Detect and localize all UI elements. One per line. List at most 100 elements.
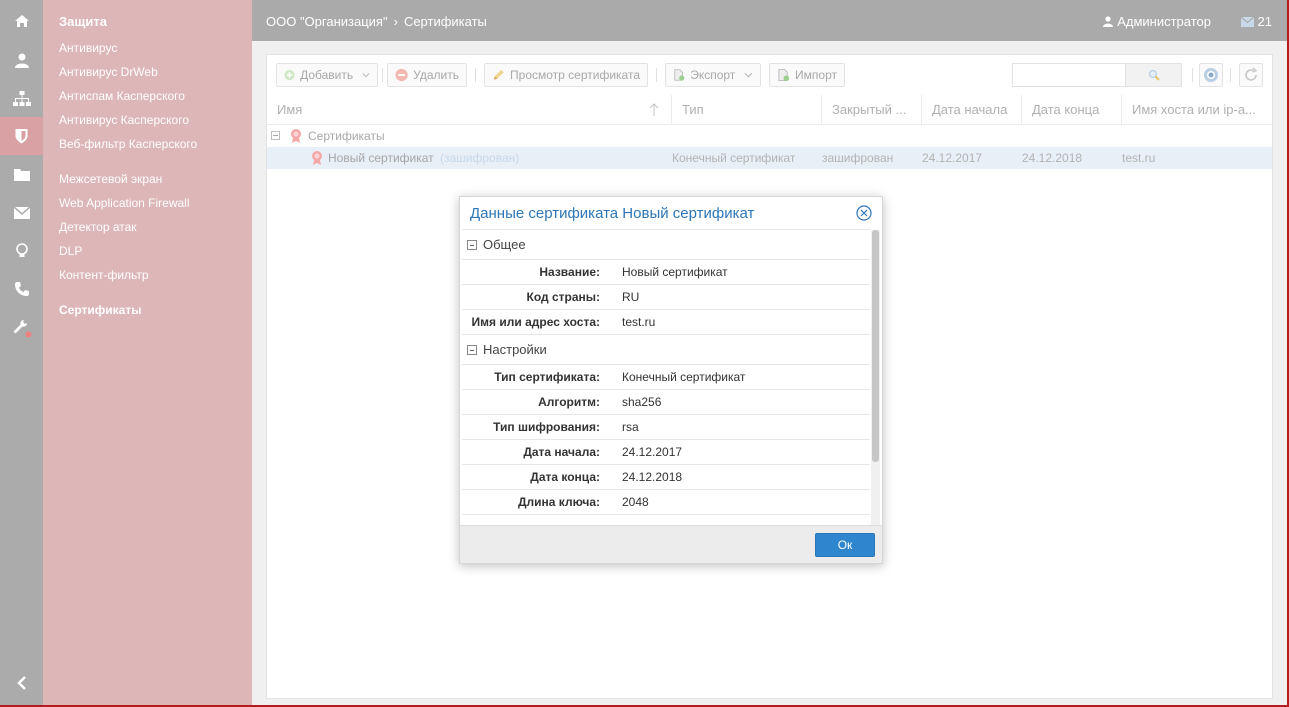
submenu-item-certificates[interactable]: Сертификаты — [59, 303, 141, 317]
property-row: Алгоритм: sha256 — [462, 390, 870, 415]
scrollbar-thumb[interactable] — [872, 230, 879, 462]
cell-private-key: зашифрован — [822, 151, 894, 165]
home-icon — [14, 15, 29, 27]
certificate-badge-icon — [291, 129, 301, 143]
column-name[interactable]: Имя — [267, 95, 672, 125]
search-icon — [1148, 69, 1160, 81]
section-general[interactable]: Общее — [462, 230, 870, 260]
search-box — [1012, 63, 1182, 87]
nav-ideas[interactable] — [0, 232, 43, 270]
nav-files[interactable] — [0, 155, 43, 193]
help-icon — [1204, 68, 1218, 82]
refresh-button[interactable] — [1239, 63, 1263, 87]
property-label: Длина ключа: — [517, 495, 600, 509]
nav-security[interactable] — [0, 117, 43, 155]
export-label: Экспорт — [690, 68, 736, 82]
property-row: Тип шифрования: rsa — [462, 415, 870, 440]
add-label: Добавить — [300, 68, 354, 82]
toolbar-divider — [1192, 68, 1193, 82]
property-label: Имя или адрес хоста: — [471, 315, 600, 329]
toolbar-divider — [656, 68, 657, 82]
property-label: Дата конца: — [530, 470, 600, 484]
user-menu[interactable]: Администратор — [1103, 14, 1211, 29]
dialog-title: Данные сертификата Новый сертификат — [470, 205, 755, 222]
section-partial[interactable]: И — [462, 515, 870, 525]
property-label: Дата начала: — [523, 445, 600, 459]
submenu-item-antispam-kaspersky[interactable]: Антиспам Касперского — [59, 89, 185, 103]
dialog-scrollbar[interactable] — [871, 230, 880, 525]
security-submenu: Защита Антивирус Антивирус DrWeb Антиспа… — [43, 0, 252, 707]
collapse-menu[interactable] — [0, 664, 43, 702]
import-label: Импорт — [795, 68, 837, 82]
column-start-date[interactable]: Дата начала — [922, 95, 1022, 125]
close-icon[interactable] — [856, 205, 872, 221]
envelope-icon — [1240, 16, 1254, 27]
table-header: Имя Тип Закрытый ... Дата начала Дата ко… — [267, 95, 1272, 125]
nav-mail[interactable] — [0, 194, 43, 232]
submenu-item-content-filter[interactable]: Контент-фильтр — [59, 268, 149, 282]
property-row: Название: Новый сертификат — [462, 260, 870, 285]
breadcrumb-org[interactable]: ООО "Организация" — [266, 14, 388, 29]
toolbar-divider — [382, 68, 383, 82]
nav-telephony[interactable] — [0, 270, 43, 308]
shield-icon — [15, 129, 28, 144]
column-type[interactable]: Тип — [672, 95, 822, 125]
dialog-body: Общее Название: Новый сертификат Код стр… — [462, 229, 870, 525]
section-settings[interactable]: Настройки — [462, 335, 870, 365]
minus-circle-icon — [395, 68, 408, 82]
column-private-key[interactable]: Закрытый ... — [822, 95, 922, 125]
submenu-title: Защита — [59, 14, 107, 29]
collapse-section-icon — [467, 344, 477, 355]
property-value: 24.12.2017 — [622, 445, 683, 459]
submenu-item-webfilter-kaspersky[interactable]: Веб-фильтр Касперского — [59, 137, 197, 151]
table-row[interactable]: Новый сертификат (зашифрован) Конечный с… — [267, 147, 1272, 169]
nav-network[interactable] — [0, 79, 43, 117]
folder-icon — [13, 168, 30, 181]
collapse-toggle[interactable] — [271, 131, 280, 140]
property-label: Алгоритм: — [538, 395, 600, 409]
breadcrumb-separator: › — [393, 14, 398, 29]
import-button[interactable]: Импорт — [769, 63, 845, 87]
property-row: Дата конца: 24.12.2018 — [462, 465, 870, 490]
property-value: Новый сертификат — [622, 265, 728, 279]
nav-users[interactable] — [0, 41, 43, 79]
group-label: Сертификаты — [308, 129, 385, 143]
property-value: 24.12.2018 — [622, 470, 683, 484]
ok-button[interactable]: Ок — [815, 533, 875, 557]
nav-settings[interactable] — [0, 309, 43, 347]
submenu-item-antivirus-kaspersky[interactable]: Антивирус Касперского — [59, 113, 189, 127]
breadcrumb-page: Сертификаты — [403, 14, 487, 29]
search-input[interactable] — [1013, 64, 1125, 86]
export-document-icon — [674, 69, 685, 81]
submenu-item-antivirus[interactable]: Антивирус — [59, 41, 117, 55]
chevron-down-icon — [744, 72, 753, 78]
property-label: Тип сертификата: — [494, 370, 600, 384]
submenu-item-ids[interactable]: Детектор атак — [59, 220, 137, 234]
user-icon — [14, 53, 29, 68]
property-label: Тип шифрования: — [493, 420, 600, 434]
property-row: Дата начала: 24.12.2017 — [462, 440, 870, 465]
sort-up-arrow-icon — [649, 103, 659, 116]
view-certificate-button[interactable]: Просмотр сертификата — [484, 63, 648, 87]
submenu-item-firewall[interactable]: Межсетевой экран — [59, 172, 162, 186]
breadcrumb: ООО "Организация" › Сертификаты — [266, 14, 487, 29]
delete-label: Удалить — [413, 68, 459, 82]
submenu-item-antivirus-drweb[interactable]: Антивирус DrWeb — [59, 65, 158, 79]
lightbulb-icon — [15, 243, 28, 257]
submenu-item-dlp[interactable]: DLP — [59, 244, 82, 258]
nav-home[interactable] — [0, 2, 43, 40]
submenu-item-waf[interactable]: Web Application Firewall — [59, 196, 190, 210]
column-host[interactable]: Имя хоста или ip-а... — [1122, 95, 1272, 125]
tree-group-row[interactable]: Сертификаты — [267, 125, 1272, 147]
help-button[interactable] — [1199, 63, 1223, 87]
export-button[interactable]: Экспорт — [665, 63, 761, 87]
cell-end-date: 24.12.2018 — [1022, 151, 1083, 165]
column-end-date[interactable]: Дата конца — [1022, 95, 1122, 125]
messages-button[interactable]: 21 — [1240, 14, 1272, 29]
add-button[interactable]: Добавить — [276, 63, 378, 87]
chevron-down-icon — [362, 73, 370, 78]
property-value: sha256 — [622, 395, 662, 409]
cell-name: Новый сертификат (зашифрован) — [328, 147, 519, 169]
delete-button[interactable]: Удалить — [387, 63, 467, 87]
search-button[interactable] — [1125, 64, 1181, 86]
